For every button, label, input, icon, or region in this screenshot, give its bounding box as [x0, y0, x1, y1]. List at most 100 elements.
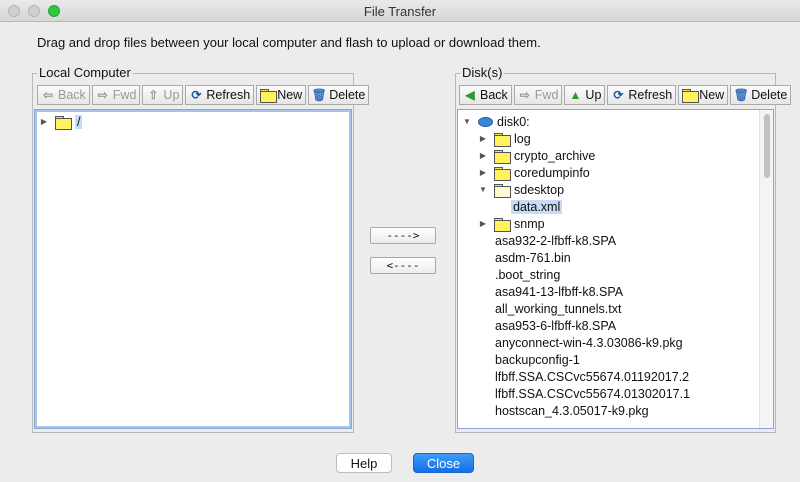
local-up-label: Up [163, 88, 180, 102]
tree-node-folder[interactable]: ▶ crypto_archive [478, 147, 595, 164]
tree-node-label: lfbff.SSA.CSCvc55674.01302017.1 [495, 386, 691, 401]
tree-node-label: hostscan_4.3.05017-k9.pkg [495, 403, 649, 418]
disk-delete-button[interactable]: 🗑 Delete [730, 85, 792, 105]
tree-node-label: asa932-2-lfbff-k8.SPA [495, 233, 617, 248]
tree-node-file[interactable]: lfbff.SSA.CSCvc55674.01302017.1 [495, 385, 690, 402]
local-refresh-label: Refresh [206, 88, 251, 102]
tree-node-label: crypto_archive [514, 148, 596, 163]
tree-node-label: asa941-13-lfbff-k8.SPA [495, 284, 624, 299]
tree-node-label: anyconnect-win-4.3.03086-k9.pkg [495, 335, 683, 350]
upload-arrow-button[interactable]: ----> [370, 227, 436, 244]
expand-arrow-icon[interactable]: ▶ [39, 117, 49, 126]
trash-icon: 🗑 [733, 88, 749, 102]
collapse-arrow-icon[interactable]: ▼ [478, 185, 488, 194]
tree-node-label: coredumpinfo [514, 165, 590, 180]
disk-delete-label: Delete [751, 88, 788, 102]
download-arrow-button[interactable]: <---- [370, 257, 436, 274]
tree-node-label: asa953-6-lfbff-k8.SPA [495, 318, 617, 333]
tree-node-label: .boot_string [495, 267, 561, 282]
local-up-button[interactable]: ⇧ Up [142, 85, 184, 105]
tree-node-label: data.xml [511, 199, 563, 214]
disk-fwd-button[interactable]: ⇨ Fwd [513, 85, 563, 105]
local-delete-label: Delete [329, 88, 366, 102]
instructions-text: Drag and drop files between your local c… [37, 35, 541, 50]
folder-icon [494, 149, 511, 164]
tree-node-file[interactable]: asa941-13-lfbff-k8.SPA [495, 283, 623, 300]
new-folder-icon [260, 88, 278, 103]
local-new-label: New [277, 88, 303, 102]
open-folder-icon [494, 183, 511, 198]
tree-node-label: / [75, 114, 83, 129]
title-bar: File Transfer [0, 0, 800, 22]
tree-node-label: lfbff.SSA.CSCvc55674.01192017.2 [495, 369, 690, 384]
disk-back-label: Back [480, 88, 508, 102]
help-button[interactable]: Help [336, 453, 392, 473]
expand-arrow-icon[interactable]: ▶ [478, 134, 488, 143]
folder-icon [494, 217, 511, 232]
tree-node-file[interactable]: backupconfig-1 [495, 351, 580, 368]
tree-node-file[interactable]: .boot_string [495, 266, 560, 283]
disk-toolbar: ◀ Back ⇨ Fwd ▲ Up ⟳ Refresh New 🗑 Delete [459, 85, 792, 105]
local-panel-title: Local Computer [37, 65, 133, 81]
tree-node-file[interactable]: asdm-761.bin [495, 249, 571, 266]
tree-node-file[interactable]: anyconnect-win-4.3.03086-k9.pkg [495, 334, 683, 351]
tree-node-file[interactable]: lfbff.SSA.CSCvc55674.01192017.2 [495, 368, 689, 385]
collapse-arrow-icon[interactable]: ▼ [462, 117, 472, 126]
disk-refresh-button[interactable]: ⟳ Refresh [607, 85, 677, 105]
expand-arrow-icon[interactable]: ▶ [478, 219, 488, 228]
local-fwd-button[interactable]: ⇨ Fwd [91, 85, 141, 105]
tree-node-file[interactable]: asa953-6-lfbff-k8.SPA [495, 317, 616, 334]
tree-node-label: sdesktop [514, 182, 565, 197]
tree-node-folder[interactable]: ▶ log [478, 130, 531, 147]
tree-node-label: log [514, 131, 531, 146]
forward-arrow-icon: ⇨ [97, 88, 108, 102]
disk-up-button[interactable]: ▲ Up [564, 85, 606, 105]
disk-back-button[interactable]: ◀ Back [459, 85, 512, 105]
close-button[interactable]: Close [413, 453, 474, 473]
local-back-label: Back [58, 88, 86, 102]
local-file-tree[interactable]: ▶ / [34, 109, 352, 429]
local-toolbar: ⇦ Back ⇨ Fwd ⇧ Up ⟳ Refresh New 🗑 Delete [37, 85, 370, 105]
tree-node-root[interactable]: ▶ / [39, 113, 83, 130]
disk-up-label: Up [585, 88, 602, 102]
up-arrow-icon: ▲ [569, 88, 582, 102]
disk-panel-title: Disk(s) [460, 65, 505, 81]
folder-icon [494, 166, 511, 181]
folder-icon [55, 115, 72, 130]
trash-icon: 🗑 [311, 88, 327, 102]
local-back-button[interactable]: ⇦ Back [37, 85, 90, 105]
tree-node-file[interactable]: hostscan_4.3.05017-k9.pkg [495, 402, 649, 419]
tree-node-disk0[interactable]: ▼ disk0: [462, 113, 530, 130]
local-delete-button[interactable]: 🗑 Delete [308, 85, 370, 105]
local-refresh-button[interactable]: ⟳ Refresh [185, 85, 255, 105]
tree-node-folder[interactable]: ▶ coredumpinfo [478, 164, 590, 181]
refresh-icon: ⟳ [613, 88, 624, 102]
disk-tree-scrollbar[interactable] [759, 110, 773, 428]
tree-node-file[interactable]: all_working_tunnels.txt [495, 300, 621, 317]
disk-new-label: New [699, 88, 725, 102]
forward-arrow-icon: ⇨ [519, 88, 530, 102]
up-arrow-icon: ⇧ [148, 88, 159, 102]
tree-node-folder[interactable]: ▶ snmp [478, 215, 545, 232]
disk-drive-icon [478, 116, 493, 127]
refresh-icon: ⟳ [191, 88, 202, 102]
back-arrow-icon: ◀ [465, 88, 475, 102]
tree-node-label: asdm-761.bin [495, 250, 571, 265]
disk-file-tree[interactable]: ▼ disk0: ▶ log ▶ crypto_archive ▶ coredu… [457, 109, 774, 429]
tree-node-label: snmp [514, 216, 545, 231]
disk-fwd-label: Fwd [534, 88, 559, 102]
tree-node-label: disk0: [497, 114, 530, 129]
expand-arrow-icon[interactable]: ▶ [478, 168, 488, 177]
tree-node-folder-open[interactable]: ▼ sdesktop [478, 181, 564, 198]
new-folder-icon [682, 88, 700, 103]
tree-node-label: all_working_tunnels.txt [495, 301, 622, 316]
tree-node-file[interactable]: asa932-2-lfbff-k8.SPA [495, 232, 616, 249]
local-fwd-label: Fwd [112, 88, 137, 102]
window-title: File Transfer [363, 4, 437, 19]
local-new-button[interactable]: New [256, 85, 307, 105]
back-arrow-icon: ⇦ [42, 88, 54, 102]
tree-node-file-selected[interactable]: data.xml [511, 198, 563, 215]
expand-arrow-icon[interactable]: ▶ [478, 151, 488, 160]
disk-new-button[interactable]: New [678, 85, 729, 105]
scrollbar-thumb[interactable] [764, 114, 770, 178]
